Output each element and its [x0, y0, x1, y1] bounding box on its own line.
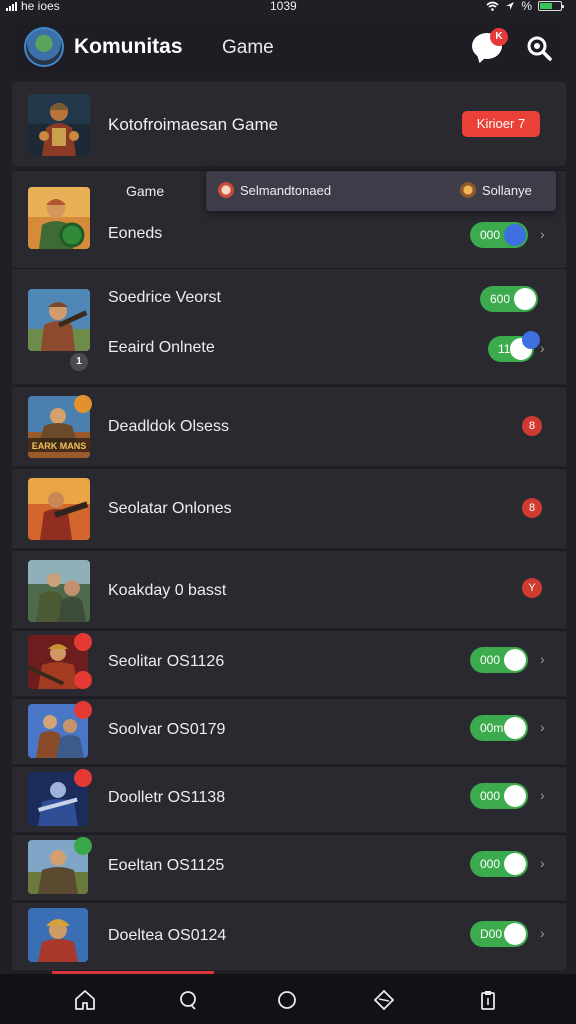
list-item[interactable]: Koakday 0 basst Y [12, 550, 566, 628]
clipboard-icon[interactable] [476, 988, 500, 1012]
list-item[interactable]: Doolletr OS1138 000 › [12, 766, 566, 832]
filter-dropdown[interactable]: Selmandtonaed Sollanye [206, 171, 556, 211]
game-thumbnail [28, 560, 90, 622]
game-name: Doeltea OS0124 [108, 927, 227, 944]
corner-badge [74, 837, 92, 855]
game-name: Soedrice Veorst [108, 289, 221, 306]
toggle-switch[interactable]: 600 [480, 286, 538, 312]
game-name: Eoneds [108, 225, 163, 242]
game-name: Eoeltan OS1125 [108, 857, 225, 874]
chevron-right-icon[interactable]: › [540, 651, 545, 667]
battery-percent: % [521, 0, 532, 13]
corner-badge [74, 395, 92, 413]
toggle-knob [504, 649, 526, 671]
app-header: Komunitas Game K [14, 18, 566, 78]
game-name: Doolletr OS1138 [108, 789, 226, 806]
game-thumbnail [28, 478, 90, 540]
featured-game-card[interactable]: Kotofroimaesan Game Kirioer 7 [12, 82, 566, 166]
toggle-knob [504, 224, 526, 246]
game-thumbnail [28, 908, 88, 962]
wifi-icon [486, 1, 499, 11]
navigation-icon [506, 2, 515, 10]
option-icon [218, 182, 234, 198]
game-thumbnail [28, 187, 90, 249]
status-badge: 8 [522, 416, 542, 436]
list-item[interactable]: Doeltea OS0124 D00 › [12, 902, 566, 970]
toggle-knob [504, 853, 526, 875]
dropdown-option[interactable]: Sollanye [460, 182, 532, 198]
toggle-knob [504, 923, 526, 945]
game-name: Deadldok Olsess [108, 418, 229, 435]
toggle-switch[interactable]: 000 [470, 647, 528, 673]
status-bar: he ioes 1039 % [0, 0, 576, 14]
chevron-right-icon[interactable]: › [540, 855, 545, 871]
toggle-switch[interactable]: 000 [470, 222, 528, 248]
chat-bubble-icon[interactable] [176, 988, 200, 1012]
featured-game-title: Kotofroimaesan Game [108, 115, 279, 134]
toggle-knob [504, 717, 526, 739]
game-name: Eeaird Onlnete [108, 339, 215, 356]
toggle-switch[interactable]: 000 [470, 851, 528, 877]
toggle-switch[interactable]: 00m [470, 715, 528, 741]
list-item[interactable]: Seolitar OS1126 000 › [12, 630, 566, 696]
notification-badge: K [490, 28, 508, 46]
carrier-label: he ioes [21, 0, 60, 13]
toggle-switch[interactable]: D00 [470, 921, 528, 947]
status-badge: Y [522, 578, 542, 598]
chevron-right-icon[interactable]: › [540, 787, 545, 803]
chevron-right-icon[interactable]: › [540, 340, 545, 356]
game-name: Koakday 0 basst [108, 582, 227, 599]
clock: 1039 [270, 0, 297, 13]
search-icon[interactable] [526, 35, 552, 61]
game-thumbnail [28, 94, 90, 156]
status-badge: 8 [522, 498, 542, 518]
chevron-right-icon[interactable]: › [540, 925, 545, 941]
bottom-navigation [0, 971, 576, 1024]
toggle-knob [504, 785, 526, 807]
corner-badge [74, 769, 92, 787]
diamond-icon[interactable] [372, 988, 396, 1012]
page-title: Komunitas [74, 35, 183, 58]
game-thumbnail [28, 289, 90, 351]
game-name: Seolatar Onlones [108, 500, 232, 517]
battery-icon [538, 1, 564, 11]
dropdown-option[interactable]: Selmandtonaed [218, 182, 331, 198]
list-item[interactable]: EARK MANS Deadldok Olsess 8 [12, 386, 566, 466]
list-item[interactable]: Eoeltan OS1125 000 › [12, 834, 566, 900]
corner-badge [74, 701, 92, 719]
list-item[interactable]: Seolatar Onlones 8 [12, 468, 566, 548]
list-item[interactable]: 1 Soedrice Veorst 600 Eeaird Onlnete 11 … [12, 268, 566, 384]
featured-action-button[interactable]: Kirioer 7 [462, 111, 540, 137]
active-indicator [52, 971, 214, 974]
toggle-knob [514, 288, 536, 310]
toggle-switch[interactable]: 000 [470, 783, 528, 809]
chevron-right-icon[interactable]: › [540, 226, 545, 242]
home-icon[interactable] [73, 988, 97, 1012]
game-name: Seolitar OS1126 [108, 653, 225, 670]
game-name: Soolvar OS0179 [108, 721, 226, 738]
option-icon [460, 182, 476, 198]
corner-badge: 1 [70, 353, 88, 371]
corner-badge [74, 671, 92, 689]
section-label: Game [126, 183, 165, 199]
signal-icon [6, 1, 17, 11]
thumbnail-caption: EARK MANS [32, 441, 87, 451]
corner-badge [74, 633, 92, 651]
circle-icon[interactable] [275, 988, 299, 1012]
toggle-indicator-dot [522, 331, 540, 349]
avatar[interactable] [24, 27, 64, 67]
page-subtitle: Game [222, 37, 274, 58]
list-item[interactable]: Soolvar OS0179 00m › [12, 698, 566, 764]
chevron-right-icon[interactable]: › [540, 719, 545, 735]
